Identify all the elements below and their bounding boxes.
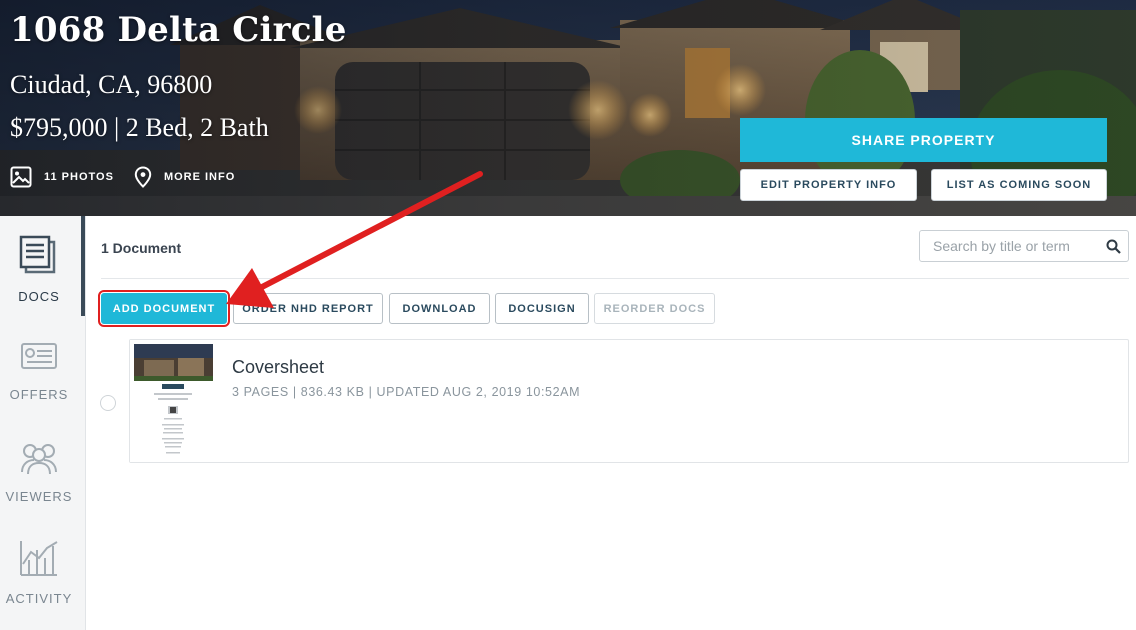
- reorder-docs-button[interactable]: REORDER DOCS: [594, 293, 715, 324]
- photos-link[interactable]: 11 PHOTOS: [10, 166, 114, 188]
- document-thumbnail: [130, 340, 217, 462]
- sidebar-item-docs[interactable]: DOCS: [0, 234, 78, 304]
- hero-links: 11 PHOTOS MORE INFO: [10, 166, 255, 188]
- photos-link-label: 11 PHOTOS: [44, 171, 114, 183]
- search-input[interactable]: [920, 231, 1098, 261]
- offers-icon: [21, 343, 57, 369]
- document-meta: 3 PAGES | 836.43 KB | UPDATED AUG 2, 201…: [232, 385, 581, 399]
- more-info-link[interactable]: MORE INFO: [134, 166, 235, 188]
- location-pin-icon: [134, 166, 152, 188]
- sidebar-active-indicator: [81, 216, 85, 316]
- sidebar-item-label: OFFERS: [9, 387, 69, 402]
- download-button[interactable]: DOWNLOAD: [389, 293, 490, 324]
- sidebar-item-offers[interactable]: OFFERS: [0, 340, 78, 402]
- sidebar-item-label: VIEWERS: [5, 489, 73, 504]
- document-title: Coversheet: [232, 357, 325, 377]
- document-count: 1 Document: [101, 240, 182, 256]
- order-nhd-report-button[interactable]: ORDER NHD REPORT: [233, 293, 383, 324]
- sidebar-item-label: DOCS: [18, 289, 60, 304]
- property-price-summary: $795,000 | 2 Bed, 2 Bath: [10, 113, 269, 142]
- divider: [101, 278, 1129, 279]
- edit-property-info-button[interactable]: EDIT PROPERTY INFO: [740, 169, 917, 201]
- more-info-link-label: MORE INFO: [163, 171, 236, 183]
- document-card[interactable]: Coversheet 3 PAGES | 836.43 KB | UPDATED…: [129, 339, 1129, 463]
- search-icon[interactable]: [1098, 231, 1128, 261]
- sidebar-item-activity[interactable]: ACTIVITY: [0, 538, 78, 606]
- activity-icon: [20, 541, 58, 576]
- list-coming-soon-button[interactable]: LIST AS COMING SOON: [931, 169, 1107, 201]
- docs-icon: [19, 235, 56, 274]
- share-property-button[interactable]: SHARE PROPERTY: [740, 118, 1107, 162]
- property-title: 1068 Delta Circle: [10, 10, 347, 50]
- sidebar: DOCS OFFERS VIEWERS ACTIVITY: [0, 216, 86, 630]
- search-box: [919, 230, 1129, 262]
- viewers-icon: [21, 444, 57, 475]
- document-select-radio[interactable]: [100, 395, 116, 411]
- sidebar-item-viewers[interactable]: VIEWERS: [0, 440, 78, 504]
- property-hero: 1068 Delta Circle Ciudad, CA, 96800 $795…: [0, 0, 1136, 216]
- sidebar-item-label: ACTIVITY: [5, 591, 73, 606]
- property-address: Ciudad, CA, 96800: [10, 70, 213, 99]
- image-icon: [10, 166, 32, 188]
- docusign-button[interactable]: DOCUSIGN: [495, 293, 589, 324]
- add-document-button[interactable]: ADD DOCUMENT: [98, 290, 230, 327]
